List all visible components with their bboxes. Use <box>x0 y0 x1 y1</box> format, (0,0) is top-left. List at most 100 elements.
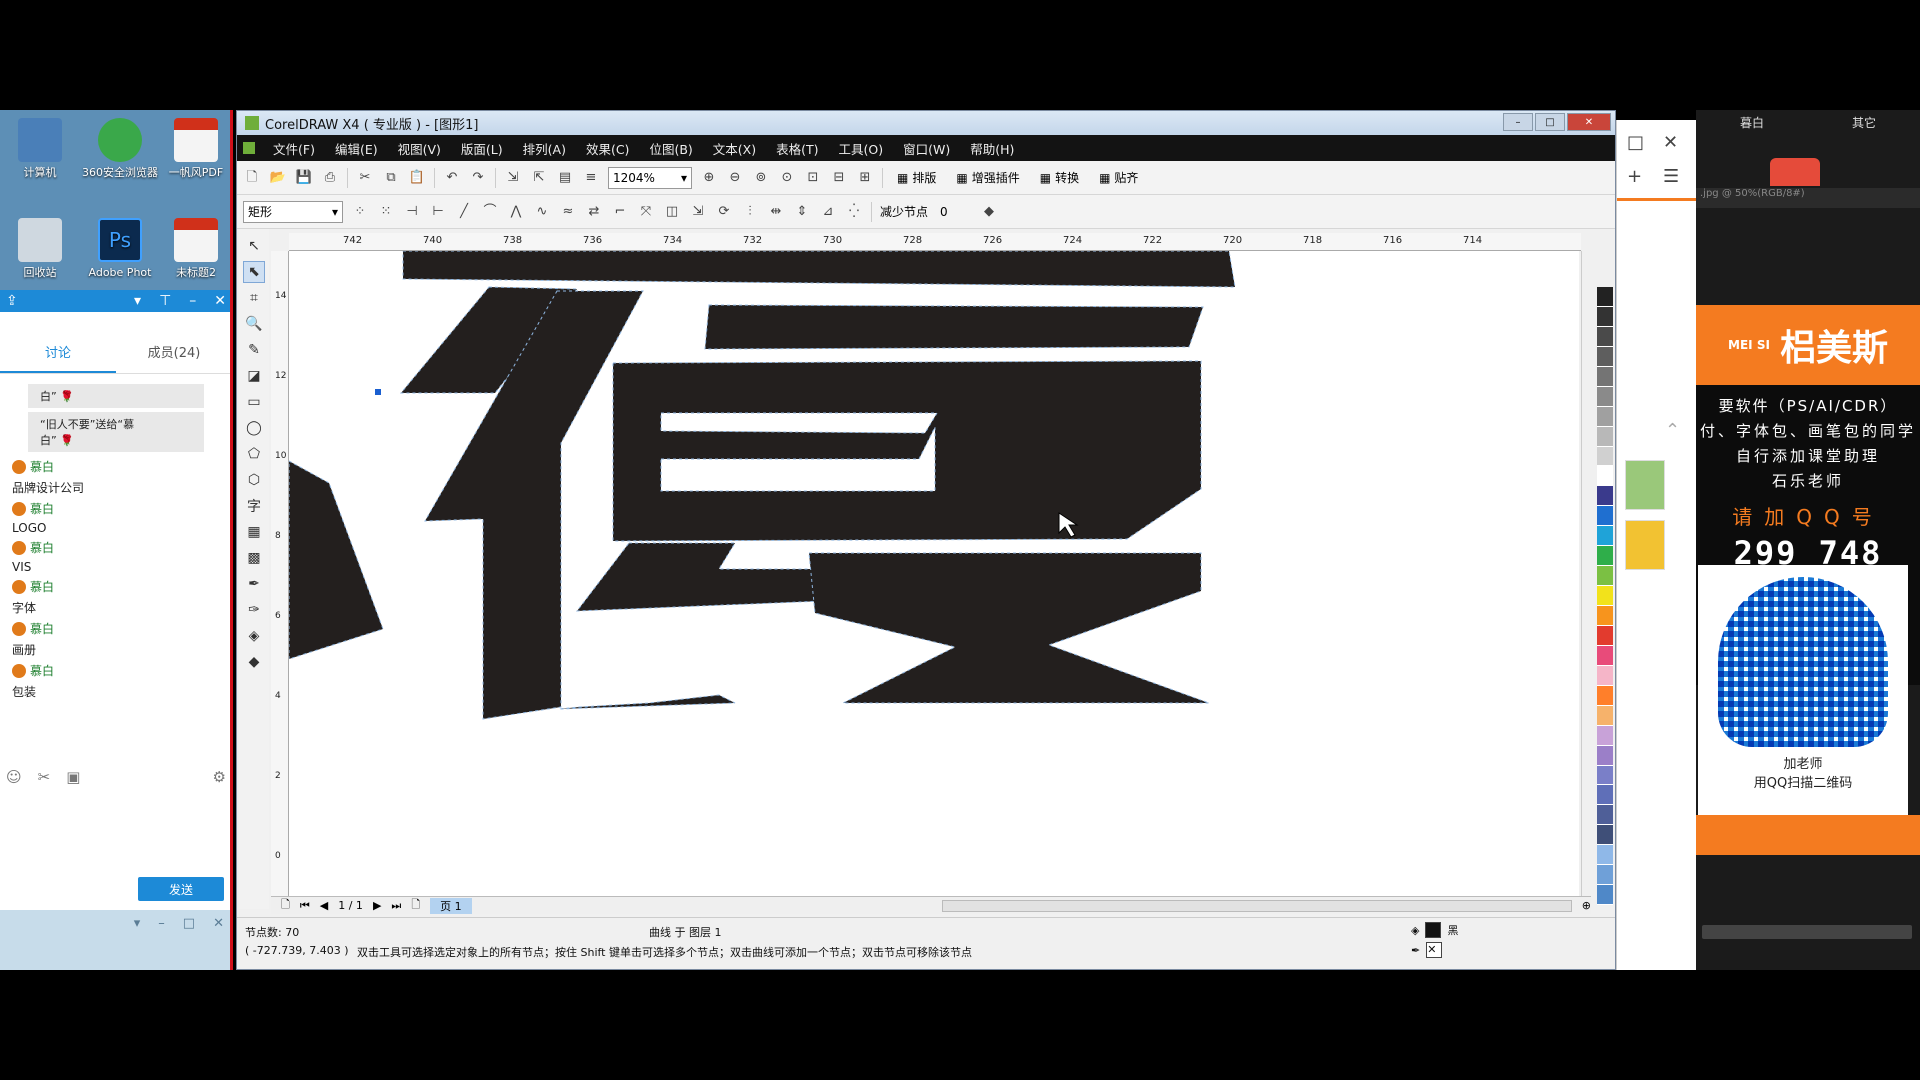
send-button[interactable]: 发送 <box>138 877 224 901</box>
zoom-out-icon[interactable]: ⊖ <box>726 170 744 186</box>
gear-icon[interactable]: ⚙ <box>213 768 226 790</box>
color-swatch[interactable] <box>1597 287 1613 307</box>
tab-members[interactable]: 成员(24) <box>116 334 232 373</box>
vertical-ruler[interactable]: 14 12 10 8 6 4 2 0 <box>271 251 289 913</box>
extend-icon[interactable]: ⌐ <box>611 204 629 220</box>
align-icon[interactable]: ≡ <box>582 170 600 186</box>
minimize-button[interactable]: – <box>1503 113 1533 131</box>
horizontal-scrollbar[interactable] <box>941 899 1572 912</box>
color-swatch[interactable] <box>1597 466 1613 487</box>
eyedropper-icon[interactable]: ✒ <box>243 573 265 595</box>
menu-effects[interactable]: 效果(C) <box>576 139 639 158</box>
sender-name[interactable]: 慕白 <box>30 458 54 475</box>
avatar[interactable] <box>12 459 26 474</box>
reverse-icon[interactable]: ⇄ <box>585 204 603 220</box>
color-swatch[interactable] <box>1597 386 1613 407</box>
menu-edit[interactable]: 编辑(E) <box>325 139 388 158</box>
dropdown-icon[interactable]: ▾ <box>134 916 141 964</box>
cut-icon[interactable]: ✂ <box>356 170 374 186</box>
join-nodes-icon[interactable]: ⊣ <box>403 204 421 220</box>
outline-tool-icon[interactable]: ✑ <box>243 599 265 621</box>
color-swatch[interactable] <box>1597 685 1613 706</box>
zoom-page-icon[interactable]: ⊡ <box>804 170 822 186</box>
text-tool-icon[interactable]: 字 <box>243 495 265 517</box>
add-page-end-icon[interactable]: 🗋 <box>411 896 420 915</box>
menu-view[interactable]: 视图(V) <box>388 139 451 158</box>
restore-icon[interactable]: □ <box>1627 132 1644 153</box>
zoom-height-icon[interactable]: ⊞ <box>856 170 874 186</box>
color-swatch[interactable] <box>1597 546 1613 567</box>
color-swatch[interactable] <box>1597 765 1613 786</box>
paste-icon[interactable]: 📋 <box>408 170 426 186</box>
avatar[interactable] <box>12 501 26 516</box>
close-icon[interactable]: ✕ <box>1663 132 1678 153</box>
color-swatch[interactable] <box>1597 306 1613 327</box>
computer-icon[interactable]: 计算机 <box>0 118 80 179</box>
pdf-icon[interactable]: 一帆风PDF <box>160 118 232 179</box>
tab-other[interactable]: 其它 <box>1852 114 1876 131</box>
open-icon[interactable]: 📂 <box>269 170 287 186</box>
thumbnail[interactable] <box>1625 460 1665 510</box>
to-line-icon[interactable]: ╱ <box>455 204 473 220</box>
share-icon[interactable]: ⇪ <box>6 293 18 309</box>
avatar[interactable] <box>12 621 26 636</box>
zoom-selected-icon[interactable]: ⊙ <box>778 170 796 186</box>
zoom-select[interactable]: 1204% ▾ <box>608 166 692 189</box>
undo-icon[interactable]: ↶ <box>443 170 461 186</box>
mirror-h-icon[interactable]: ⇹ <box>767 204 785 220</box>
plugin-convert-button[interactable]: ▦ 转换 <box>1034 169 1085 186</box>
scissors-icon[interactable]: ✂ <box>38 768 51 790</box>
color-swatch[interactable] <box>1597 865 1613 886</box>
thumbnail[interactable] <box>1625 520 1665 570</box>
drawing-canvas[interactable] <box>289 251 1579 913</box>
copy-icon[interactable]: ⧉ <box>382 170 400 186</box>
zoom-in-icon[interactable]: ⊕ <box>700 170 718 186</box>
crop-tool-icon[interactable]: ⌗ <box>243 287 265 309</box>
polygon-tool-icon[interactable]: ⬠ <box>243 443 265 465</box>
pick-tool-icon[interactable]: ↖ <box>243 235 265 257</box>
zoom-all-icon[interactable]: ⊚ <box>752 170 770 186</box>
color-swatch[interactable] <box>1597 825 1613 846</box>
color-swatch[interactable] <box>1597 426 1613 447</box>
fill-indicator[interactable]: ◈ 黑 <box>1411 922 1458 938</box>
horizontal-ruler[interactable]: 742 740 738 736 734 732 730 728 726 724 … <box>289 233 1581 251</box>
sender-name[interactable]: 慕白 <box>30 578 54 595</box>
sender-name[interactable]: 慕白 <box>30 500 54 517</box>
menu-table[interactable]: 表格(T) <box>766 139 828 158</box>
menu-icon[interactable]: ☰ <box>1663 166 1679 187</box>
interactive-tool-icon[interactable]: ▩ <box>243 547 265 569</box>
plugin-enhance-button[interactable]: ▦ 增强插件 <box>950 169 1025 186</box>
freehand-tool-icon[interactable]: ✎ <box>243 339 265 361</box>
color-swatch[interactable] <box>1597 606 1613 626</box>
table-tool-icon[interactable]: ▦ <box>243 521 265 543</box>
horizontal-scrollbar[interactable] <box>1702 925 1912 939</box>
prev-page-icon[interactable]: ◀ <box>320 899 328 912</box>
color-swatch[interactable] <box>1597 805 1613 826</box>
stepper-icon[interactable]: ◆ <box>980 204 998 220</box>
symmetric-icon[interactable]: ≈ <box>559 204 577 220</box>
add-page-icon[interactable]: 🗋 <box>281 896 290 915</box>
new-icon[interactable]: 🗋 <box>243 170 261 186</box>
color-swatch[interactable] <box>1597 745 1613 766</box>
sender-name[interactable]: 慕白 <box>30 662 54 679</box>
qr-code-icon[interactable] <box>1718 577 1888 747</box>
color-swatch[interactable] <box>1597 845 1613 866</box>
last-page-icon[interactable]: ⏭ <box>391 899 401 913</box>
rotate-icon[interactable]: ⟳ <box>715 204 733 220</box>
redo-icon[interactable]: ↷ <box>469 170 487 186</box>
avatar[interactable] <box>12 663 26 678</box>
align-nodes-icon[interactable]: ⫶ <box>741 204 759 220</box>
menu-layout[interactable]: 版面(L) <box>451 139 513 158</box>
color-swatch[interactable] <box>1597 725 1613 746</box>
pin-icon[interactable]: ⊤ <box>159 293 171 309</box>
color-swatch[interactable] <box>1597 446 1613 467</box>
close-icon[interactable]: ✕ <box>214 293 226 309</box>
vertical-scrollbar[interactable] <box>1581 251 1595 913</box>
shape-type-select[interactable]: 矩形 ▾ <box>243 200 343 223</box>
color-swatch[interactable] <box>1597 645 1613 666</box>
color-swatch[interactable] <box>1597 526 1613 547</box>
avatar[interactable] <box>12 540 26 555</box>
tab-page-1[interactable]: 页 1 <box>430 897 472 914</box>
smart-fill-icon[interactable]: ◪ <box>243 365 265 387</box>
color-swatch[interactable] <box>1597 566 1613 587</box>
